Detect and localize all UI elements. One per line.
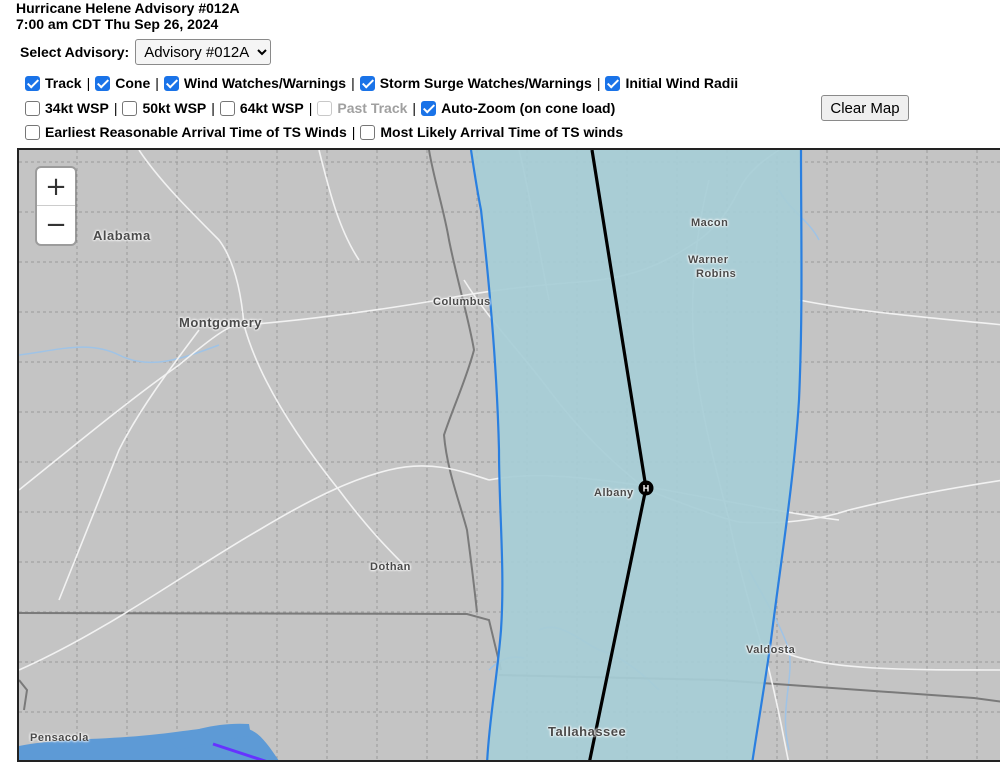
wind-watches-label[interactable]: Wind Watches/Warnings — [184, 75, 346, 91]
likely-arrival-checkbox[interactable] — [360, 124, 376, 140]
separator: | — [412, 100, 417, 116]
label-dothan: Dothan — [370, 561, 411, 573]
label-tallahassee: Tallahassee — [548, 724, 627, 739]
forecast-cone — [471, 150, 802, 760]
label-albany: Albany — [594, 487, 634, 499]
layer-options-row-2: 34kt WSP | 50kt WSP | 64kt WSP | Past Tr… — [25, 98, 615, 118]
clear-map-button[interactable]: Clear Map — [821, 95, 909, 121]
layer-options-row-3: Earliest Reasonable Arrival Time of TS W… — [25, 122, 623, 142]
advisory-title: Hurricane Helene Advisory #012A — [16, 0, 240, 16]
likely-arrival-label[interactable]: Most Likely Arrival Time of TS winds — [380, 124, 623, 140]
wsp64-checkbox[interactable] — [219, 100, 235, 116]
cone-label[interactable]: Cone — [115, 75, 150, 91]
separator: | — [86, 75, 91, 91]
wsp64-label[interactable]: 64kt WSP — [240, 100, 304, 116]
earliest-arrival-checkbox[interactable] — [25, 124, 40, 140]
advisory-time: 7:00 am CDT Thu Sep 26, 2024 — [16, 16, 219, 32]
label-robins: Robins — [696, 268, 737, 280]
label-alabama: Alabama — [93, 228, 151, 243]
zoom-control: + − — [37, 168, 75, 244]
wsp34-label[interactable]: 34kt WSP — [45, 100, 109, 116]
separator: | — [113, 100, 118, 116]
initial-wind-radii-checkbox[interactable] — [605, 75, 621, 91]
wind-watches-checkbox[interactable] — [163, 75, 179, 91]
advisory-select-label: Select Advisory: — [20, 44, 130, 60]
storm-surge-label[interactable]: Storm Surge Watches/Warnings — [380, 75, 592, 91]
separator: | — [211, 100, 215, 116]
initial-wind-radii-label[interactable]: Initial Wind Radii — [625, 75, 738, 91]
label-pensacola: Pensacola — [30, 732, 89, 744]
map-canvas: H — [19, 150, 1000, 760]
label-warner: Warner — [688, 254, 729, 266]
wsp50-checkbox[interactable] — [122, 100, 138, 116]
separator: | — [308, 100, 313, 116]
track-checkbox[interactable] — [25, 75, 40, 91]
auto-zoom-checkbox[interactable] — [421, 100, 437, 116]
storm-surge-checkbox[interactable] — [359, 75, 375, 91]
track-label[interactable]: Track — [45, 75, 82, 91]
label-montgomery: Montgomery — [179, 315, 262, 330]
wsp34-checkbox[interactable] — [25, 100, 40, 116]
past-track-label: Past Track — [337, 100, 408, 116]
label-macon: Macon — [691, 217, 729, 229]
separator: | — [351, 75, 355, 91]
auto-zoom-label[interactable]: Auto-Zoom (on cone load) — [441, 100, 615, 116]
map-view[interactable]: H Alabama Montgomery Columbus Macon Warn… — [17, 148, 1000, 762]
label-valdosta: Valdosta — [746, 644, 796, 656]
layer-options-row-1: Track | Cone | Wind Watches/Warnings | S… — [25, 73, 738, 93]
separator: | — [351, 124, 356, 140]
separator: | — [155, 75, 159, 91]
advisory-select-row: Select Advisory: Advisory #012A — [20, 38, 272, 66]
earliest-arrival-label[interactable]: Earliest Reasonable Arrival Time of TS W… — [45, 124, 347, 140]
zoom-out-button[interactable]: − — [37, 206, 75, 243]
advisory-select[interactable]: Advisory #012A — [135, 39, 272, 65]
label-columbus: Columbus — [433, 296, 491, 308]
past-track-checkbox — [317, 100, 333, 116]
cone-checkbox[interactable] — [95, 75, 111, 91]
zoom-in-button[interactable]: + — [37, 168, 75, 206]
hurricane-marker-label: H — [643, 484, 650, 494]
separator: | — [596, 75, 601, 91]
wsp50-label[interactable]: 50kt WSP — [142, 100, 206, 116]
